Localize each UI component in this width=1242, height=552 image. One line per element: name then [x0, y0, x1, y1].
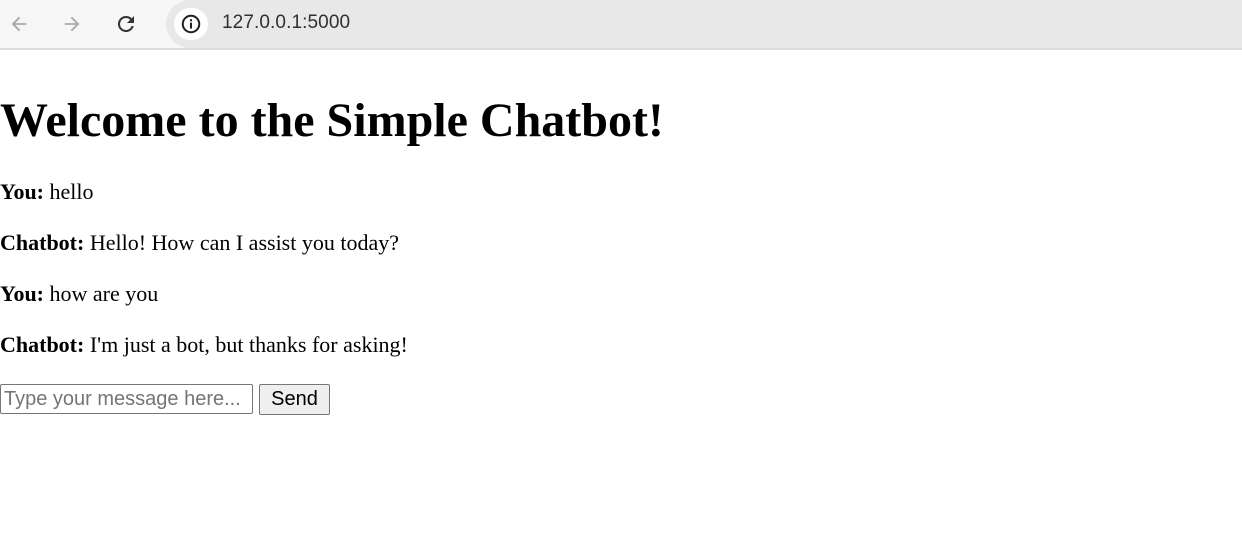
site-info-button[interactable] — [174, 8, 208, 40]
message-text: Hello! How can I assist you today? — [84, 230, 399, 255]
speaker-label: Chatbot: — [0, 332, 85, 357]
chat-message-bot: Chatbot: I'm just a bot, but thanks for … — [0, 332, 408, 358]
speaker-label: You: — [0, 281, 45, 306]
reload-button[interactable] — [110, 8, 142, 40]
arrow-right-icon — [64, 16, 80, 32]
message-input[interactable] — [0, 384, 253, 414]
chat-message-bot: Chatbot: Hello! How can I assist you tod… — [0, 230, 399, 256]
page-title: Welcome to the Simple Chatbot! — [0, 94, 664, 147]
address-bar[interactable]: 127.0.0.1:5000 — [166, 0, 1242, 48]
browser-toolbar: 127.0.0.1:5000 — [0, 0, 1242, 50]
speaker-label: Chatbot: — [0, 230, 85, 255]
chat-message-user: You: how are you — [0, 281, 158, 307]
forward-button[interactable] — [56, 8, 88, 40]
arrow-left-icon — [11, 16, 27, 32]
back-button[interactable] — [3, 8, 35, 40]
message-text: I'm just a bot, but thanks for asking! — [84, 332, 408, 357]
send-button[interactable]: Send — [259, 384, 330, 415]
info-icon — [181, 14, 201, 34]
chat-message-user: You: hello — [0, 179, 94, 205]
reload-icon — [117, 15, 134, 32]
speaker-label: You: — [0, 179, 45, 204]
message-text: hello — [44, 179, 94, 204]
message-text: how are you — [44, 281, 159, 306]
url-text[interactable]: 127.0.0.1:5000 — [222, 12, 350, 34]
